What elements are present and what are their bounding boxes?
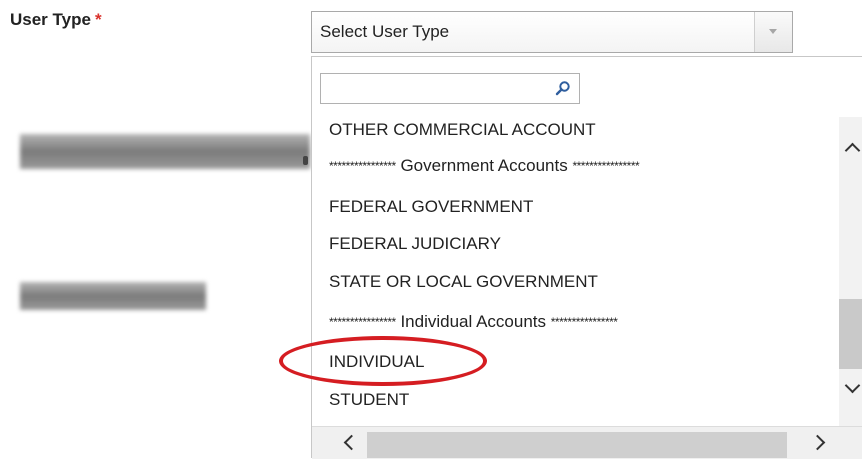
- user-type-select[interactable]: Select User Type: [311, 11, 793, 53]
- partially-hidden-element: [303, 156, 308, 165]
- blurred-field-label: [20, 282, 206, 310]
- group-header-stars: ****************: [329, 315, 396, 329]
- option-individual[interactable]: INDIVIDUAL: [329, 352, 424, 372]
- option-label: FEDERAL JUDICIARY: [329, 234, 501, 253]
- group-header-stars: ****************: [572, 159, 640, 173]
- user-type-select-value: Select User Type: [320, 22, 450, 41]
- option-student[interactable]: STUDENT: [329, 390, 409, 410]
- group-header-government-accounts: **************** Government Accounts ***…: [329, 156, 640, 176]
- option-other-commercial-account[interactable]: OTHER COMMERCIAL ACCOUNT: [329, 120, 596, 140]
- option-federal-judiciary[interactable]: FEDERAL JUDICIARY: [329, 234, 501, 254]
- dropdown-arrow-icon[interactable]: [754, 12, 792, 52]
- option-label: OTHER COMMERCIAL ACCOUNT: [329, 120, 596, 139]
- option-federal-government[interactable]: FEDERAL GOVERNMENT: [329, 197, 533, 217]
- group-header-individual-accounts: **************** Individual Accounts ***…: [329, 312, 618, 332]
- group-header-stars: ****************: [550, 315, 618, 329]
- horizontal-scrollbar[interactable]: [312, 426, 862, 459]
- option-label: INDIVIDUAL: [329, 352, 425, 371]
- blurred-field-label: [20, 134, 310, 169]
- dropdown-search-box[interactable]: [320, 73, 580, 104]
- group-header-label: Government Accounts: [400, 156, 568, 175]
- group-header-stars: ****************: [329, 159, 396, 173]
- user-type-label-text: User Type: [10, 10, 91, 29]
- option-state-or-local-government[interactable]: STATE OR LOCAL GOVERNMENT: [329, 272, 598, 292]
- option-label: FEDERAL GOVERNMENT: [329, 197, 534, 216]
- user-type-label: User Type *: [10, 10, 102, 30]
- group-header-label: Individual Accounts: [400, 312, 546, 331]
- horizontal-scrollbar-thumb[interactable]: [367, 432, 787, 458]
- option-label: STUDENT: [329, 390, 410, 409]
- option-label: STATE OR LOCAL GOVERNMENT: [329, 272, 598, 291]
- dropdown-search-input[interactable]: [321, 74, 553, 101]
- user-type-dropdown-list: OTHER COMMERCIAL ACCOUNT ***************…: [311, 56, 862, 458]
- vertical-scrollbar-thumb[interactable]: [839, 299, 862, 369]
- required-marker: *: [94, 10, 102, 29]
- search-icon[interactable]: [555, 80, 571, 96]
